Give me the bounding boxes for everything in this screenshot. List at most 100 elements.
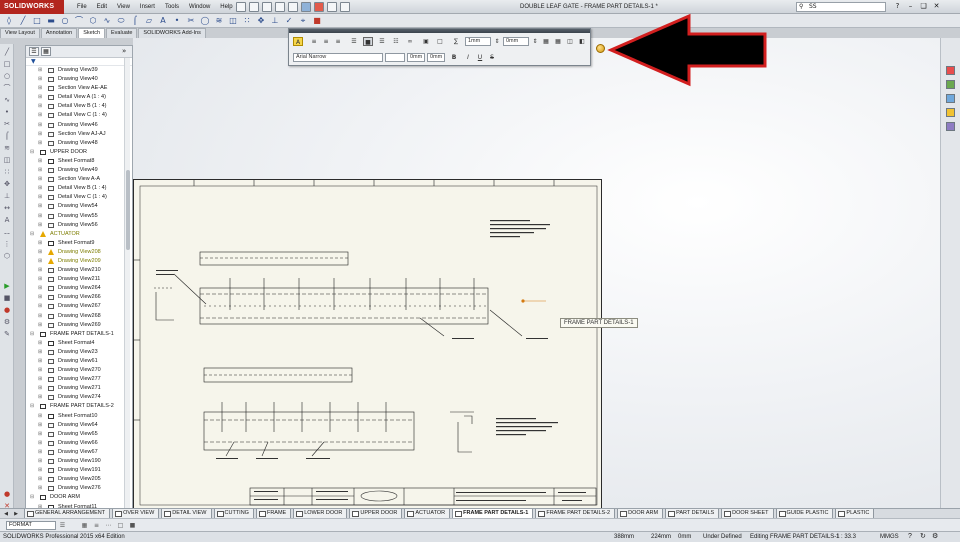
sheet-tab-frame-part-details-2[interactable]: FRAME PART DETAILS-2 bbox=[535, 509, 616, 518]
expand-icon[interactable]: ⊞ bbox=[38, 475, 42, 484]
expand-icon[interactable]: ⊞ bbox=[38, 384, 42, 393]
spacing-field[interactable]: 0mm bbox=[503, 37, 529, 46]
rapid-sketch-icon[interactable]: ■ bbox=[312, 16, 322, 26]
circle-icon[interactable]: ○ bbox=[60, 16, 70, 26]
repair-sketch-icon[interactable]: ✓ bbox=[284, 16, 294, 26]
hide-edge-icon[interactable]: □ bbox=[116, 521, 125, 530]
sheet-tab-cutting[interactable]: CUTTING bbox=[213, 509, 254, 518]
formatting-toggle-icon[interactable] bbox=[596, 44, 605, 53]
undo-icon[interactable] bbox=[288, 2, 298, 12]
height-field[interactable]: 0mm bbox=[407, 53, 425, 62]
menu-edit[interactable]: Edit bbox=[92, 0, 112, 14]
expand-icon[interactable]: ⊞ bbox=[38, 357, 42, 366]
tree-item[interactable]: ⊞ Drawing View46 bbox=[26, 121, 132, 130]
trim-icon[interactable]: ✂ bbox=[2, 120, 12, 128]
status-scale[interactable]: 1 : 33.3 bbox=[836, 532, 856, 542]
tree-item[interactable]: ⊞ Drawing View67 bbox=[26, 448, 132, 457]
line-icon[interactable]: ╱ bbox=[18, 16, 28, 26]
expand-icon[interactable]: ⊞ bbox=[38, 375, 42, 384]
tree-item[interactable]: ⊞ Drawing View264 bbox=[26, 284, 132, 293]
move-entities-icon[interactable]: ✥ bbox=[256, 16, 266, 26]
tree-item[interactable]: ⊞ Section View A-A bbox=[26, 175, 132, 184]
expand-icon[interactable]: ⊞ bbox=[38, 75, 42, 84]
layout-icon[interactable]: ◫ bbox=[565, 37, 575, 46]
menu-insert[interactable]: Insert bbox=[135, 0, 160, 14]
box-icon[interactable]: ▣ bbox=[421, 37, 431, 46]
tree-item[interactable]: ⊞ Drawing View65 bbox=[26, 430, 132, 439]
table-icon[interactable]: ▦ bbox=[541, 37, 551, 46]
tree-item[interactable]: ⊞ Drawing View54 bbox=[26, 202, 132, 211]
appearances-icon[interactable] bbox=[946, 122, 955, 131]
expand-icon[interactable]: ⊞ bbox=[38, 175, 42, 184]
display-relations-icon[interactable]: ⊥ bbox=[270, 16, 280, 26]
new-document-icon[interactable] bbox=[236, 2, 246, 12]
tree-item[interactable]: ⊟ DOOR ARM bbox=[26, 493, 132, 502]
menu-view[interactable]: View bbox=[112, 0, 135, 14]
search-input[interactable]: SS bbox=[809, 3, 817, 10]
tree-item[interactable]: ⊞ Drawing View277 bbox=[26, 375, 132, 384]
linear-pattern-icon[interactable]: ∷ bbox=[242, 16, 252, 26]
color-display-icon[interactable]: ■ bbox=[128, 521, 137, 530]
expand-icon[interactable]: ⊞ bbox=[38, 312, 42, 321]
record-icon[interactable]: ● bbox=[2, 306, 12, 314]
tree-item[interactable]: ⊞ Drawing View56 bbox=[26, 221, 132, 230]
expand-icon[interactable]: ⊞ bbox=[38, 257, 42, 266]
feature-manager-tab-icon[interactable]: ☰ bbox=[29, 47, 39, 56]
sheet-tab-upper-door[interactable]: UPPER DOOR bbox=[349, 509, 403, 518]
line-spacing-field[interactable]: 1mm bbox=[465, 37, 491, 46]
play-icon[interactable]: ▶ bbox=[2, 282, 12, 290]
tree-item[interactable]: ⊞ Drawing View40 bbox=[26, 75, 132, 84]
line-weight-icon[interactable]: ☰ bbox=[377, 37, 387, 46]
spline-icon[interactable]: ∿ bbox=[2, 96, 12, 104]
sheet-tab-frame-part-details-1[interactable]: FRAME PART DETAILS-1 bbox=[452, 509, 534, 518]
tree-item[interactable]: ⊞ Drawing View209 bbox=[26, 257, 132, 266]
tree-item[interactable]: ⊞ Drawing View269 bbox=[26, 321, 132, 330]
edit-macro-icon[interactable]: ✎ bbox=[2, 330, 12, 338]
tree-item[interactable]: ⊞ Drawing View210 bbox=[26, 266, 132, 275]
tab-annotation[interactable]: Annotation bbox=[40, 28, 78, 38]
expand-icon[interactable]: ⊟ bbox=[30, 330, 34, 339]
insert-icon[interactable]: ◧ bbox=[577, 37, 587, 46]
tab-evaluate[interactable]: Evaluate bbox=[106, 28, 138, 38]
menu-help[interactable]: Help bbox=[215, 0, 237, 14]
spin-arrows-icon[interactable]: ⇕ bbox=[530, 37, 540, 46]
tree-item[interactable]: ⊞ Drawing View205 bbox=[26, 475, 132, 484]
close-icon[interactable]: ✕ bbox=[931, 1, 942, 12]
dimension-icon[interactable]: ↔ bbox=[2, 204, 12, 212]
expand-icon[interactable]: ⊞ bbox=[38, 121, 42, 130]
sheet-tab-door-arm[interactable]: DOOR ARM bbox=[617, 509, 664, 518]
text-icon[interactable]: A bbox=[2, 216, 12, 224]
expand-icon[interactable]: ⊞ bbox=[38, 193, 42, 202]
tab-sketch[interactable]: Sketch bbox=[78, 28, 106, 38]
sheet-tab-lower-door[interactable]: LOWER DOOR bbox=[293, 509, 348, 518]
quick-snaps-icon[interactable]: ⌖ bbox=[298, 16, 308, 26]
color-box-icon[interactable]: ■ bbox=[363, 37, 373, 46]
expand-icon[interactable]: ⊞ bbox=[38, 139, 42, 148]
tree-item[interactable]: ⊞ Detail View B (1 : 4) bbox=[26, 184, 132, 193]
layer-select[interactable]: FORMAT bbox=[6, 521, 56, 530]
tree-item[interactable]: ⊞ Drawing View267 bbox=[26, 302, 132, 311]
tree-item[interactable]: ⊞ Drawing View64 bbox=[26, 421, 132, 430]
font-size-select[interactable] bbox=[385, 53, 405, 62]
file-explorer-icon[interactable] bbox=[946, 94, 955, 103]
line-color-icon[interactable]: ▦ bbox=[80, 521, 89, 530]
tree-item[interactable]: ⊞ Drawing View266 bbox=[26, 293, 132, 302]
tree-item[interactable]: ⊞ Section View AE-AE bbox=[26, 84, 132, 93]
line-thickness-icon[interactable]: ≡ bbox=[92, 521, 101, 530]
select-icon[interactable] bbox=[301, 2, 311, 12]
expand-icon[interactable]: ⊞ bbox=[38, 366, 42, 375]
polygon-icon[interactable]: ⬡ bbox=[88, 16, 98, 26]
tree-item[interactable]: ⊞ Drawing View270 bbox=[26, 366, 132, 375]
text-icon[interactable]: A bbox=[158, 16, 168, 26]
tree-item[interactable]: ⊞ Drawing View191 bbox=[26, 466, 132, 475]
link-icon[interactable]: ∞ bbox=[405, 37, 415, 46]
align-center-icon[interactable]: ≡ bbox=[321, 37, 331, 46]
sheet-tab-actuator[interactable]: ACTUATOR bbox=[404, 509, 451, 518]
expand-icon[interactable]: ⊟ bbox=[30, 148, 34, 157]
exit-sketch-icon[interactable]: ● bbox=[2, 490, 12, 498]
formatting-toolbar-titlebar[interactable] bbox=[289, 29, 590, 33]
solidworks-logo[interactable]: SOLIDWORKS bbox=[0, 0, 64, 14]
first-sheet-icon[interactable]: ◀ bbox=[2, 510, 10, 518]
fillet-icon[interactable]: ⌠ bbox=[130, 16, 140, 26]
underline-icon[interactable]: U bbox=[475, 53, 485, 62]
